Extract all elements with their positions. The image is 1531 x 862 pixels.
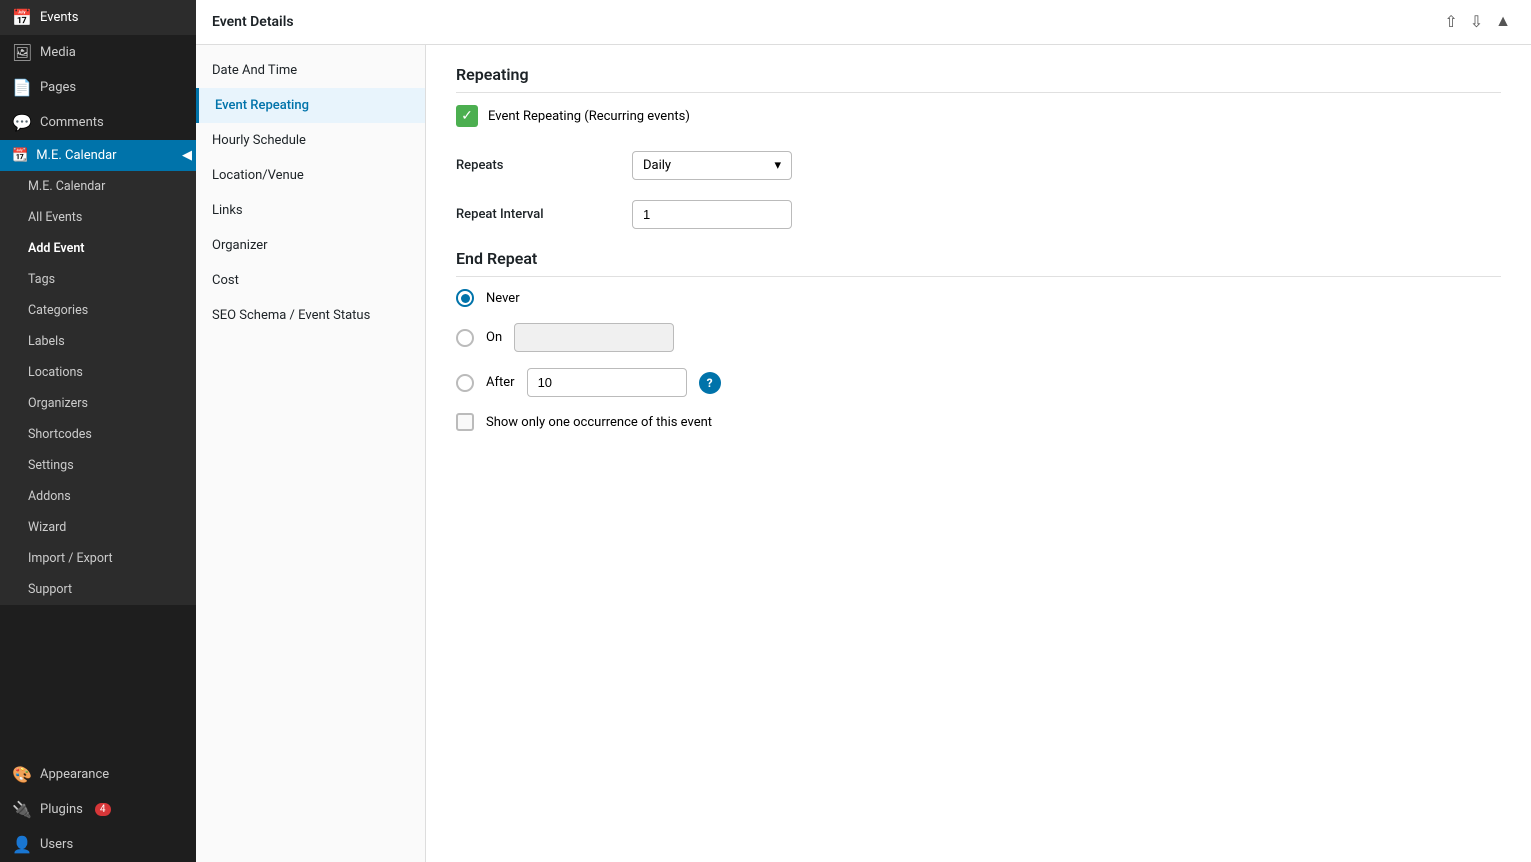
event-repeating-checkbox-row: ✓ Event Repeating (Recurring events) [456,105,1501,127]
repeats-row: Repeats Daily ▾ [456,151,1501,180]
on-row: On [456,323,1501,352]
repeats-dropdown-icon: ▾ [774,158,781,173]
sidebar-sub-support[interactable]: Support [0,574,196,605]
sidebar-item-plugins[interactable]: 🔌 Plugins 4 [0,792,196,827]
end-repeat-title: End Repeat [456,249,1501,277]
sidebar-sub-labels[interactable]: Labels [0,326,196,357]
never-radio[interactable] [456,289,474,307]
on-date-input[interactable] [514,323,674,352]
show-one-occurrence-label: Show only one occurrence of this event [486,415,712,430]
nav-seo-schema[interactable]: SEO Schema / Event Status [196,298,425,333]
sidebar-sub-wizard[interactable]: Wizard [0,512,196,543]
sidebar-sub-shortcodes[interactable]: Shortcodes [0,419,196,450]
event-details-panel: Event Details ⇧ ⇩ ▲ Date And Time Event … [196,0,1531,862]
sidebar-sub-categories[interactable]: Categories [0,295,196,326]
panel-down-button[interactable]: ⇩ [1466,10,1487,34]
calendar-icon: 📆 [12,148,28,163]
after-row: After ? [456,368,1501,397]
sidebar-item-comments[interactable]: 💬 Comments [0,105,196,140]
sidebar-sub-all-events[interactable]: All Events [0,202,196,233]
after-help-icon[interactable]: ? [699,372,721,394]
panel-header: Event Details ⇧ ⇩ ▲ [196,0,1531,45]
sidebar-sub-locations[interactable]: Locations [0,357,196,388]
comments-icon: 💬 [12,113,32,132]
panel-content: Repeating ✓ Event Repeating (Recurring e… [426,45,1531,862]
repeat-interval-label: Repeat Interval [456,207,616,222]
sidebar: 📅 Events 🖼 Media 📄 Pages 💬 Comments 📆 M.… [0,0,196,862]
nav-date-time[interactable]: Date And Time [196,53,425,88]
panel-nav: Date And Time Event Repeating Hourly Sch… [196,45,426,862]
show-one-occurrence-checkbox[interactable] [456,413,474,431]
panel-body: Date And Time Event Repeating Hourly Sch… [196,45,1531,862]
media-icon: 🖼 [12,43,32,62]
sidebar-submenu: M.E. Calendar All Events Add Event Tags … [0,171,196,605]
users-icon: 👤 [12,835,32,854]
after-radio[interactable] [456,374,474,392]
nav-cost[interactable]: Cost [196,263,425,298]
sidebar-sub-addons[interactable]: Addons [0,481,196,512]
on-label: On [486,330,502,345]
sidebar-item-pages[interactable]: 📄 Pages [0,70,196,105]
sidebar-sub-import-export[interactable]: Import / Export [0,543,196,574]
repeat-interval-input[interactable] [632,200,792,229]
sidebar-item-appearance[interactable]: 🎨 Appearance [0,757,196,792]
sidebar-arrow-icon: ◀ [182,140,196,171]
never-radio-inner [461,294,470,303]
show-one-occurrence-row: Show only one occurrence of this event [456,413,1501,431]
nav-event-repeating[interactable]: Event Repeating [196,88,425,123]
pages-icon: 📄 [12,78,32,97]
repeating-section-title: Repeating [456,65,1501,93]
main-content: Event Details ⇧ ⇩ ▲ Date And Time Event … [196,0,1531,862]
sidebar-item-me-calendar[interactable]: 📆 M.E. Calendar ◀ [0,140,196,171]
plugins-badge: 4 [95,803,111,816]
on-radio[interactable] [456,329,474,347]
sidebar-item-users[interactable]: 👤 Users [0,827,196,862]
panel-expand-button[interactable]: ▲ [1491,10,1515,34]
nav-location-venue[interactable]: Location/Venue [196,158,425,193]
sidebar-item-events[interactable]: 📅 Events [0,0,196,35]
sidebar-sub-tags[interactable]: Tags [0,264,196,295]
sidebar-item-media[interactable]: 🖼 Media [0,35,196,70]
nav-hourly-schedule[interactable]: Hourly Schedule [196,123,425,158]
never-label: Never [486,291,520,306]
panel-title: Event Details [212,14,294,30]
appearance-icon: 🎨 [12,765,32,784]
end-repeat-section: End Repeat Never On [456,249,1501,431]
sidebar-sub-organizers[interactable]: Organizers [0,388,196,419]
repeat-interval-row: Repeat Interval [456,200,1501,229]
repeats-value: Daily [643,158,671,173]
panel-controls: ⇧ ⇩ ▲ [1440,10,1515,34]
panel-up-button[interactable]: ⇧ [1440,10,1461,34]
sidebar-sub-settings[interactable]: Settings [0,450,196,481]
events-icon: 📅 [12,8,32,27]
event-repeating-checkbox[interactable]: ✓ [456,105,478,127]
after-label: After [486,375,515,390]
plugins-icon: 🔌 [12,800,32,819]
nav-organizer[interactable]: Organizer [196,228,425,263]
event-repeating-label: Event Repeating (Recurring events) [488,109,690,124]
sidebar-sub-me-calendar[interactable]: M.E. Calendar [0,171,196,202]
after-input[interactable] [527,368,687,397]
sidebar-sub-add-event[interactable]: Add Event [0,233,196,264]
never-row: Never [456,289,1501,307]
nav-links[interactable]: Links [196,193,425,228]
repeats-select[interactable]: Daily ▾ [632,151,792,180]
repeats-label: Repeats [456,158,616,173]
